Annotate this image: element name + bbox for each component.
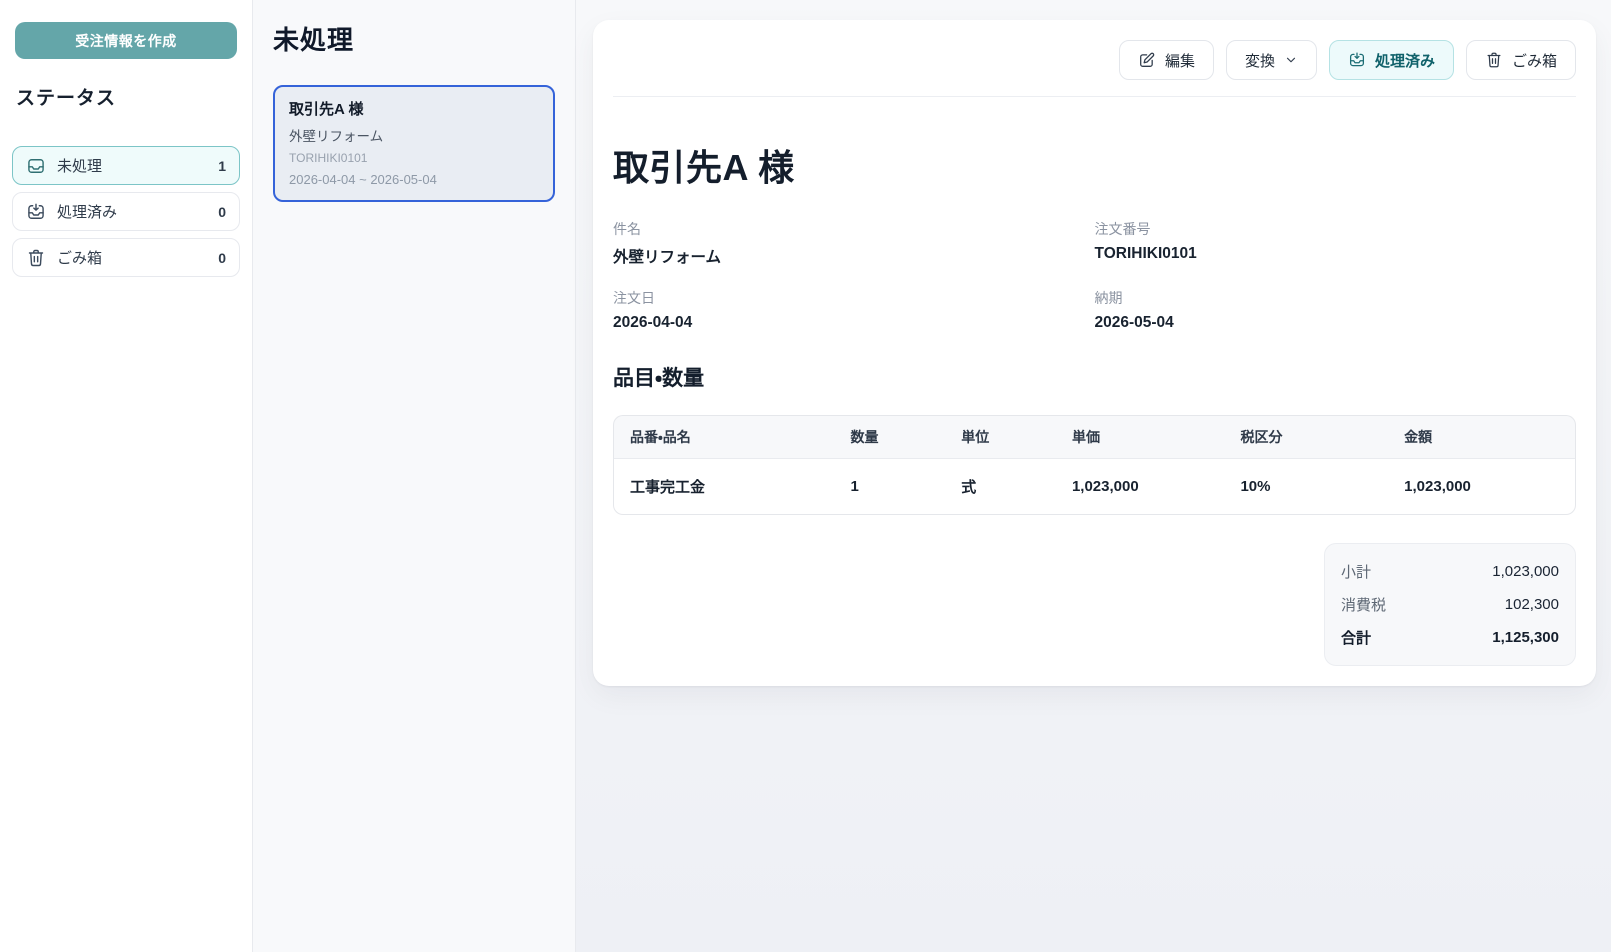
field-order-date: 注文日 2026-04-04 xyxy=(613,288,1095,332)
sidebar-item-label: 未処理 xyxy=(57,155,102,176)
list-panel-title: 未処理 xyxy=(273,20,555,57)
tax-row: 消費税 102,300 xyxy=(1341,588,1559,621)
app-window: 受注情報を作成 ステータス 未処理 1 処理済み 0 xyxy=(0,0,1611,952)
sidebar-item-count: 1 xyxy=(218,158,226,174)
field-value: TORIHIKI0101 xyxy=(1095,245,1577,263)
sidebar-item-trash[interactable]: ごみ箱 0 xyxy=(12,238,240,277)
col-header-unit-price: 単価 xyxy=(1056,415,1225,459)
table-row: 工事完工金 1 式 1,023,000 10% 1,023,000 xyxy=(613,459,1576,515)
field-order-number: 注文番号 TORIHIKI0101 xyxy=(1095,219,1577,267)
sidebar: 受注情報を作成 ステータス 未処理 1 処理済み 0 xyxy=(0,0,253,952)
trash-icon xyxy=(26,248,46,268)
col-header-unit: 単位 xyxy=(945,415,1056,459)
order-customer: 取引先A 様 xyxy=(289,98,539,119)
col-header-tax-class: 税区分 xyxy=(1224,415,1388,459)
inbox-arrow-down-icon xyxy=(26,202,46,222)
trash-icon xyxy=(1485,51,1503,69)
tax-label: 消費税 xyxy=(1341,594,1386,615)
items-section-title: 品目・数量 xyxy=(613,362,1576,392)
total-label: 合計 xyxy=(1341,627,1371,648)
field-label: 注文番号 xyxy=(1095,219,1577,239)
pencil-square-icon xyxy=(1138,51,1156,69)
sidebar-item-label: ごみ箱 xyxy=(57,247,102,268)
order-list-item[interactable]: 取引先A 様 外壁リフォーム TORIHIKI0101 2026-04-04 ~… xyxy=(273,85,555,202)
field-subject: 件名 外壁リフォーム xyxy=(613,219,1095,267)
col-header-item: 品番・品名 xyxy=(613,415,834,459)
chevron-down-icon xyxy=(1284,53,1298,67)
totals-box: 小計 1,023,000 消費税 102,300 合計 1,125,300 xyxy=(1324,543,1576,666)
cell-unit-price: 1,023,000 xyxy=(1056,459,1225,515)
list-panel: 未処理 取引先A 様 外壁リフォーム TORIHIKI0101 2026-04-… xyxy=(253,0,576,952)
trash-button-label: ごみ箱 xyxy=(1512,50,1557,71)
subtotal-value: 1,023,000 xyxy=(1492,563,1559,580)
main-area: 編集 変換 xyxy=(576,0,1611,952)
field-label: 件名 xyxy=(613,219,1095,239)
field-value: 2026-05-04 xyxy=(1095,314,1577,332)
field-delivery-date: 納期 2026-05-04 xyxy=(1095,288,1577,332)
sidebar-item-count: 0 xyxy=(218,204,226,220)
convert-button-label: 変換 xyxy=(1245,50,1275,71)
items-table: 品番・品名 数量 単位 単価 税区分 金額 工事完工金 1 式 1,023,00… xyxy=(613,415,1576,515)
inbox-icon xyxy=(26,156,46,176)
sidebar-item-processed[interactable]: 処理済み 0 xyxy=(12,192,240,231)
create-order-button[interactable]: 受注情報を作成 xyxy=(15,22,237,59)
cell-amount: 1,023,000 xyxy=(1388,459,1576,515)
sidebar-item-count: 0 xyxy=(218,250,226,266)
total-value: 1,125,300 xyxy=(1492,629,1559,646)
edit-button[interactable]: 編集 xyxy=(1119,40,1214,80)
col-header-qty: 数量 xyxy=(834,415,945,459)
table-header-row: 品番・品名 数量 単位 単価 税区分 金額 xyxy=(613,415,1576,459)
sidebar-item-label: 処理済み xyxy=(57,201,117,222)
edit-button-label: 編集 xyxy=(1165,50,1195,71)
order-detail-card: 編集 変換 xyxy=(593,20,1596,686)
status-section-title: ステータス xyxy=(16,83,236,110)
total-row: 合計 1,125,300 xyxy=(1341,621,1559,654)
order-fields: 件名 外壁リフォーム 注文番号 TORIHIKI0101 注文日 2026-04… xyxy=(613,219,1576,332)
order-period: 2026-04-04 ~ 2026-05-04 xyxy=(289,172,539,187)
subtotal-row: 小計 1,023,000 xyxy=(1341,555,1559,588)
field-value: 外壁リフォーム xyxy=(613,245,1095,267)
totals-wrap: 小計 1,023,000 消費税 102,300 合計 1,125,300 xyxy=(613,543,1576,666)
field-value: 2026-04-04 xyxy=(613,314,1095,332)
sidebar-item-unprocessed[interactable]: 未処理 1 xyxy=(12,146,240,185)
mark-processed-label: 処理済み xyxy=(1375,50,1435,71)
cell-item-name: 工事完工金 xyxy=(613,459,834,515)
toolbar: 編集 変換 xyxy=(613,40,1576,97)
order-subject: 外壁リフォーム xyxy=(289,125,539,145)
subtotal-label: 小計 xyxy=(1341,561,1371,582)
col-header-amount: 金額 xyxy=(1388,415,1576,459)
mark-processed-button[interactable]: 処理済み xyxy=(1329,40,1454,80)
convert-button[interactable]: 変換 xyxy=(1226,40,1317,80)
order-number: TORIHIKI0101 xyxy=(289,151,539,165)
trash-button[interactable]: ごみ箱 xyxy=(1466,40,1576,80)
field-label: 注文日 xyxy=(613,288,1095,308)
inbox-arrow-down-icon xyxy=(1348,51,1366,69)
tax-value: 102,300 xyxy=(1505,596,1559,613)
detail-title: 取引先A 様 xyxy=(613,139,1576,191)
cell-unit: 式 xyxy=(945,459,1056,515)
cell-qty: 1 xyxy=(834,459,945,515)
field-label: 納期 xyxy=(1095,288,1577,308)
cell-tax-class: 10% xyxy=(1224,459,1388,515)
